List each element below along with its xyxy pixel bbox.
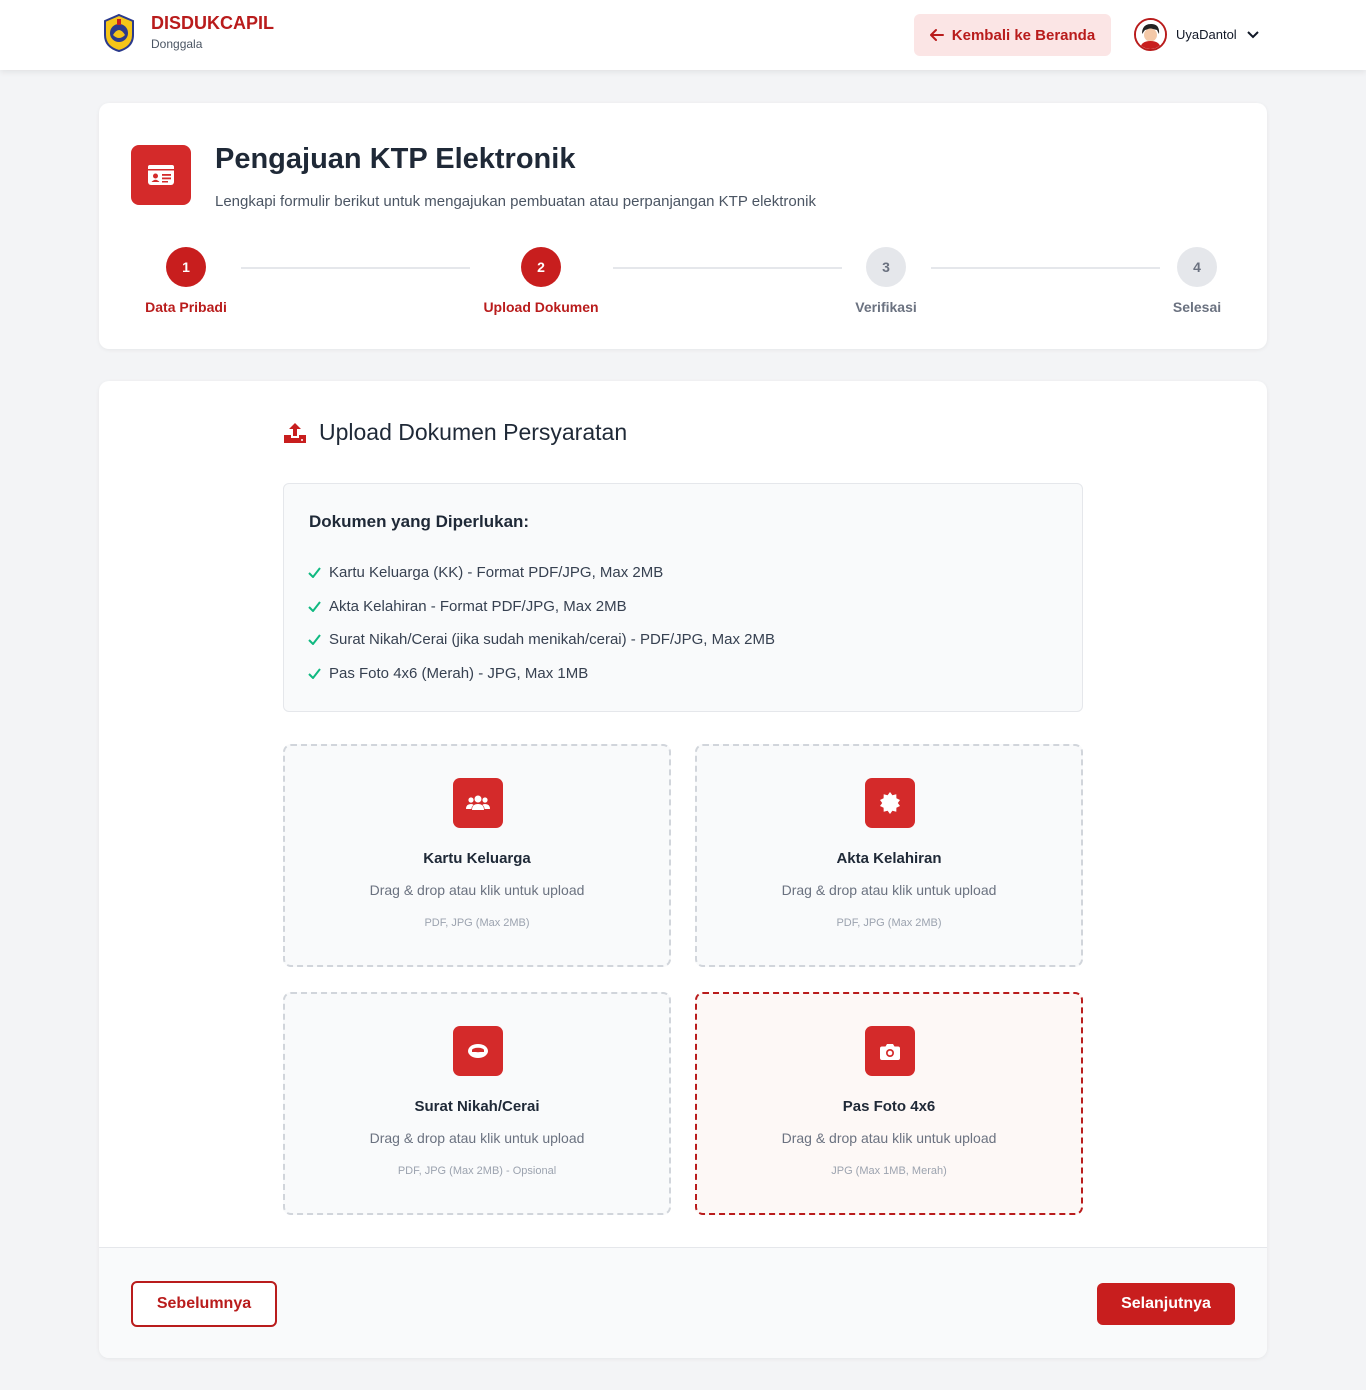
upload-icon xyxy=(284,422,306,443)
back-button-label: Kembali ke Beranda xyxy=(951,26,1096,44)
certificate-icon xyxy=(880,792,900,814)
requirement-text: Akta Kelahiran - Format PDF/JPG, Max 2MB xyxy=(329,597,627,615)
step-label: Verifikasi xyxy=(855,299,917,315)
upload-card: Upload Dokumen Persyaratan Dokumen yang … xyxy=(99,381,1267,1358)
top-navbar: DISDUKCAPIL Donggala Kembali ke Beranda … xyxy=(0,0,1366,70)
upload-hint: Drag & drop atau klik untuk upload xyxy=(369,1130,585,1146)
list-item: Pas Foto 4x6 (Merah) - JPG, Max 1MB xyxy=(308,657,775,691)
step-label: Selesai xyxy=(1172,299,1222,315)
step-verifikasi[interactable]: 3 Verifikasi xyxy=(836,247,936,315)
list-item: Surat Nikah/Cerai (jika sudah menikah/ce… xyxy=(308,623,775,657)
step-label: Upload Dokumen xyxy=(483,299,599,315)
id-card-badge xyxy=(131,145,191,205)
upload-akta-kelahiran[interactable]: Akta Kelahiran Drag & drop atau klik unt… xyxy=(695,744,1083,967)
section-title-text: Upload Dokumen Persyaratan xyxy=(319,419,628,445)
upload-hint: Drag & drop atau klik untuk upload xyxy=(781,882,997,898)
page-title: Pengajuan KTP Elektronik xyxy=(215,143,576,175)
rings-icon-badge xyxy=(453,1026,503,1076)
upload-hint: Drag & drop atau klik untuk upload xyxy=(369,882,585,898)
check-icon xyxy=(308,668,321,679)
step-number: 4 xyxy=(1177,247,1217,287)
upload-format: PDF, JPG (Max 2MB) xyxy=(424,917,530,929)
list-item: Akta Kelahiran - Format PDF/JPG, Max 2MB xyxy=(308,590,775,624)
form-header-card: Pengajuan KTP Elektronik Lengkapi formul… xyxy=(99,103,1267,349)
upload-kartu-keluarga[interactable]: Kartu Keluarga Drag & drop atau klik unt… xyxy=(283,744,671,967)
brand[interactable]: DISDUKCAPIL Donggala xyxy=(99,12,274,54)
previous-button[interactable]: Sebelumnya xyxy=(131,1281,277,1327)
requirement-text: Surat Nikah/Cerai (jika sudah menikah/ce… xyxy=(329,631,775,649)
page-subtitle: Lengkapi formulir berikut untuk mengajuk… xyxy=(215,193,816,210)
step-selesai[interactable]: 4 Selesai xyxy=(1147,247,1247,315)
rings-icon xyxy=(468,1044,488,1058)
camera-icon-badge xyxy=(865,1026,915,1076)
arrow-left-icon xyxy=(929,29,944,41)
section-title: Upload Dokumen Persyaratan xyxy=(283,419,627,446)
user-menu[interactable]: UyaDantol xyxy=(1134,18,1259,51)
upload-pas-foto[interactable]: Pas Foto 4x6 Drag & drop atau klik untuk… xyxy=(695,992,1083,1215)
form-footer: Sebelumnya Selanjutnya xyxy=(99,1247,1267,1358)
upload-title: Pas Foto 4x6 xyxy=(842,1098,936,1115)
upload-title: Surat Nikah/Cerai xyxy=(414,1098,540,1115)
logo-emblem-icon xyxy=(104,13,134,53)
upload-hint: Drag & drop atau klik untuk upload xyxy=(781,1130,997,1146)
avatar xyxy=(1134,18,1167,51)
step-number: 1 xyxy=(166,247,206,287)
requirements-box: Dokumen yang Diperlukan: Kartu Keluarga … xyxy=(283,483,1083,712)
list-item: Kartu Keluarga (KK) - Format PDF/JPG, Ma… xyxy=(308,556,775,590)
step-upload-dokumen[interactable]: 2 Upload Dokumen xyxy=(481,247,601,315)
requirement-text: Pas Foto 4x6 (Merah) - JPG, Max 1MB xyxy=(329,664,589,682)
users-icon xyxy=(466,795,490,810)
users-icon-badge xyxy=(453,778,503,828)
check-icon xyxy=(308,601,321,612)
upload-format: PDF, JPG (Max 2MB) xyxy=(836,917,942,929)
chevron-down-icon xyxy=(1246,30,1259,38)
requirements-title: Dokumen yang Diperlukan: xyxy=(309,512,530,531)
brand-subtitle: Donggala xyxy=(151,37,203,51)
step-data-pribadi[interactable]: 1 Data Pribadi xyxy=(136,247,236,315)
certificate-icon-badge xyxy=(865,778,915,828)
upload-format: PDF, JPG (Max 2MB) - Opsional xyxy=(397,1165,557,1177)
upload-title: Akta Kelahiran xyxy=(836,850,942,867)
camera-icon xyxy=(880,1043,900,1060)
back-to-home-button[interactable]: Kembali ke Beranda xyxy=(914,14,1111,56)
requirement-text: Kartu Keluarga (KK) - Format PDF/JPG, Ma… xyxy=(329,564,664,582)
user-name: UyaDantol xyxy=(1176,27,1237,42)
step-number: 3 xyxy=(866,247,906,287)
requirements-list: Kartu Keluarga (KK) - Format PDF/JPG, Ma… xyxy=(308,556,775,690)
id-card-icon xyxy=(148,165,174,185)
user-avatar-icon xyxy=(1136,20,1165,49)
upload-surat-nikah-cerai[interactable]: Surat Nikah/Cerai Drag & drop atau klik … xyxy=(283,992,671,1215)
upload-format: JPG (Max 1MB, Merah) xyxy=(831,1165,947,1177)
step-connector xyxy=(241,267,470,269)
step-connector xyxy=(931,267,1160,269)
check-icon xyxy=(308,567,321,579)
step-connector xyxy=(613,267,842,269)
brand-title: DISDUKCAPIL xyxy=(151,13,275,33)
upload-title: Kartu Keluarga xyxy=(423,850,531,867)
check-icon xyxy=(308,634,321,646)
next-button[interactable]: Selanjutnya xyxy=(1097,1283,1235,1325)
step-number: 2 xyxy=(521,247,561,287)
step-label: Data Pribadi xyxy=(145,299,227,315)
